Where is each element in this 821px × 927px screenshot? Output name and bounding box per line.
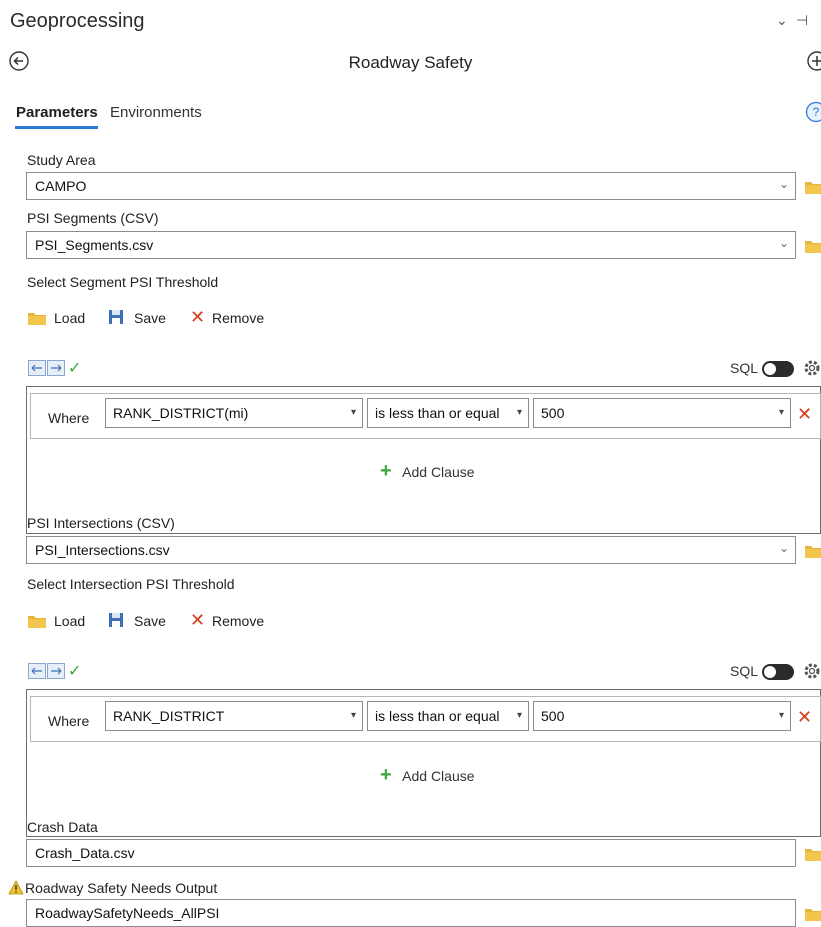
output-label: Roadway Safety Needs Output [25,880,217,896]
chevron-down-icon: ⌄ [779,177,789,191]
caret-down-icon: ▾ [351,407,356,418]
sql-label: SQL [730,663,758,679]
psi-intersections-value: PSI_Intersections.csv [35,542,170,558]
sql-toggle[interactable] [762,361,794,377]
plus-icon: + [380,764,392,786]
validate-check-icon[interactable]: ✓ [68,661,81,681]
intersection-threshold-label: Select Intersection PSI Threshold [27,576,235,592]
crash-data-value: Crash_Data.csv [35,845,135,861]
plus-icon: + [380,460,392,482]
chevron-down-icon: ⌄ [779,236,789,250]
folder-browse-icon[interactable] [805,544,821,558]
operator-dropdown[interactable]: is less than or equal ▾ [367,701,529,731]
caret-down-icon: ▾ [779,710,784,721]
help-icon[interactable]: ? [805,101,821,123]
folder-browse-icon[interactable] [805,180,821,194]
remove-x-icon[interactable]: ✕ [190,307,205,328]
tool-name: Roadway Safety [0,53,821,73]
validate-check-icon[interactable]: ✓ [68,358,81,378]
sql-label: SQL [730,360,758,376]
value-value: 500 [541,708,564,724]
save-button[interactable]: Save [134,310,166,326]
field-dropdown[interactable]: RANK_DISTRICT(mi) ▾ [105,398,363,428]
crash-data-label: Crash Data [27,819,98,835]
save-disk-icon[interactable] [108,612,124,628]
delete-clause-x-icon[interactable]: ✕ [797,404,812,425]
folder-browse-icon[interactable] [805,907,821,921]
folder-load-icon[interactable] [27,614,47,628]
load-button[interactable]: Load [54,613,85,629]
remove-x-icon[interactable]: ✕ [190,610,205,631]
warning-icon [8,880,24,895]
psi-segments-label: PSI Segments (CSV) [27,210,159,226]
pane-title: Geoprocessing [10,10,145,33]
value-dropdown[interactable]: 500 ▾ [533,398,791,428]
where-label: Where [48,410,89,426]
tab-environments[interactable]: Environments [110,104,202,121]
output-field[interactable]: RoadwaySafetyNeeds_AllPSI [26,899,796,927]
field-dropdown[interactable]: RANK_DISTRICT ▾ [105,701,363,731]
svg-text:?: ? [813,105,820,119]
psi-intersections-dropdown[interactable]: PSI_Intersections.csv ⌄ [26,536,796,564]
study-area-dropdown[interactable]: CAMPO ⌄ [26,172,796,200]
clause-mode-icons[interactable] [28,360,66,376]
output-value: RoadwaySafetyNeeds_AllPSI [35,905,219,921]
study-area-value: CAMPO [35,178,86,194]
operator-dropdown[interactable]: is less than or equal ▾ [367,398,529,428]
sql-toggle[interactable] [762,664,794,680]
dropdown-chevron-icon[interactable]: ⌄ [776,12,788,29]
operator-value: is less than or equal [375,405,500,421]
value-dropdown[interactable]: 500 ▾ [533,701,791,731]
add-icon[interactable] [806,50,821,72]
chevron-down-icon: ⌄ [779,541,789,555]
clause-mode-icons[interactable] [28,663,66,679]
add-clause-label: Add Clause [402,464,474,480]
remove-button[interactable]: Remove [212,613,264,629]
gear-icon[interactable] [802,358,821,378]
caret-down-icon: ▾ [517,710,522,721]
remove-button[interactable]: Remove [212,310,264,326]
folder-browse-icon[interactable] [805,847,821,861]
psi-segments-value: PSI_Segments.csv [35,237,153,253]
tab-parameters[interactable]: Parameters [16,104,98,121]
field-value: RANK_DISTRICT [113,708,224,724]
folder-browse-icon[interactable] [805,239,821,253]
save-disk-icon[interactable] [108,309,124,325]
gear-icon[interactable] [802,661,821,681]
caret-down-icon: ▾ [779,407,784,418]
add-clause-button[interactable]: + Add Clause [380,460,475,483]
operator-value: is less than or equal [375,708,500,724]
pin-icon[interactable]: ⊣ [796,12,808,29]
field-value: RANK_DISTRICT(mi) [113,405,248,421]
study-area-label: Study Area [27,152,96,168]
save-button[interactable]: Save [134,613,166,629]
folder-load-icon[interactable] [27,311,47,325]
active-tab-indicator [15,126,98,129]
caret-down-icon: ▾ [517,407,522,418]
psi-segments-dropdown[interactable]: PSI_Segments.csv ⌄ [26,231,796,259]
add-clause-label: Add Clause [402,768,474,784]
segment-threshold-label: Select Segment PSI Threshold [27,274,218,290]
value-value: 500 [541,405,564,421]
delete-clause-x-icon[interactable]: ✕ [797,707,812,728]
psi-intersections-label: PSI Intersections (CSV) [27,515,175,531]
caret-down-icon: ▾ [351,710,356,721]
crash-data-field[interactable]: Crash_Data.csv [26,839,796,867]
where-label: Where [48,713,89,729]
add-clause-button[interactable]: + Add Clause [380,764,475,787]
load-button[interactable]: Load [54,310,85,326]
